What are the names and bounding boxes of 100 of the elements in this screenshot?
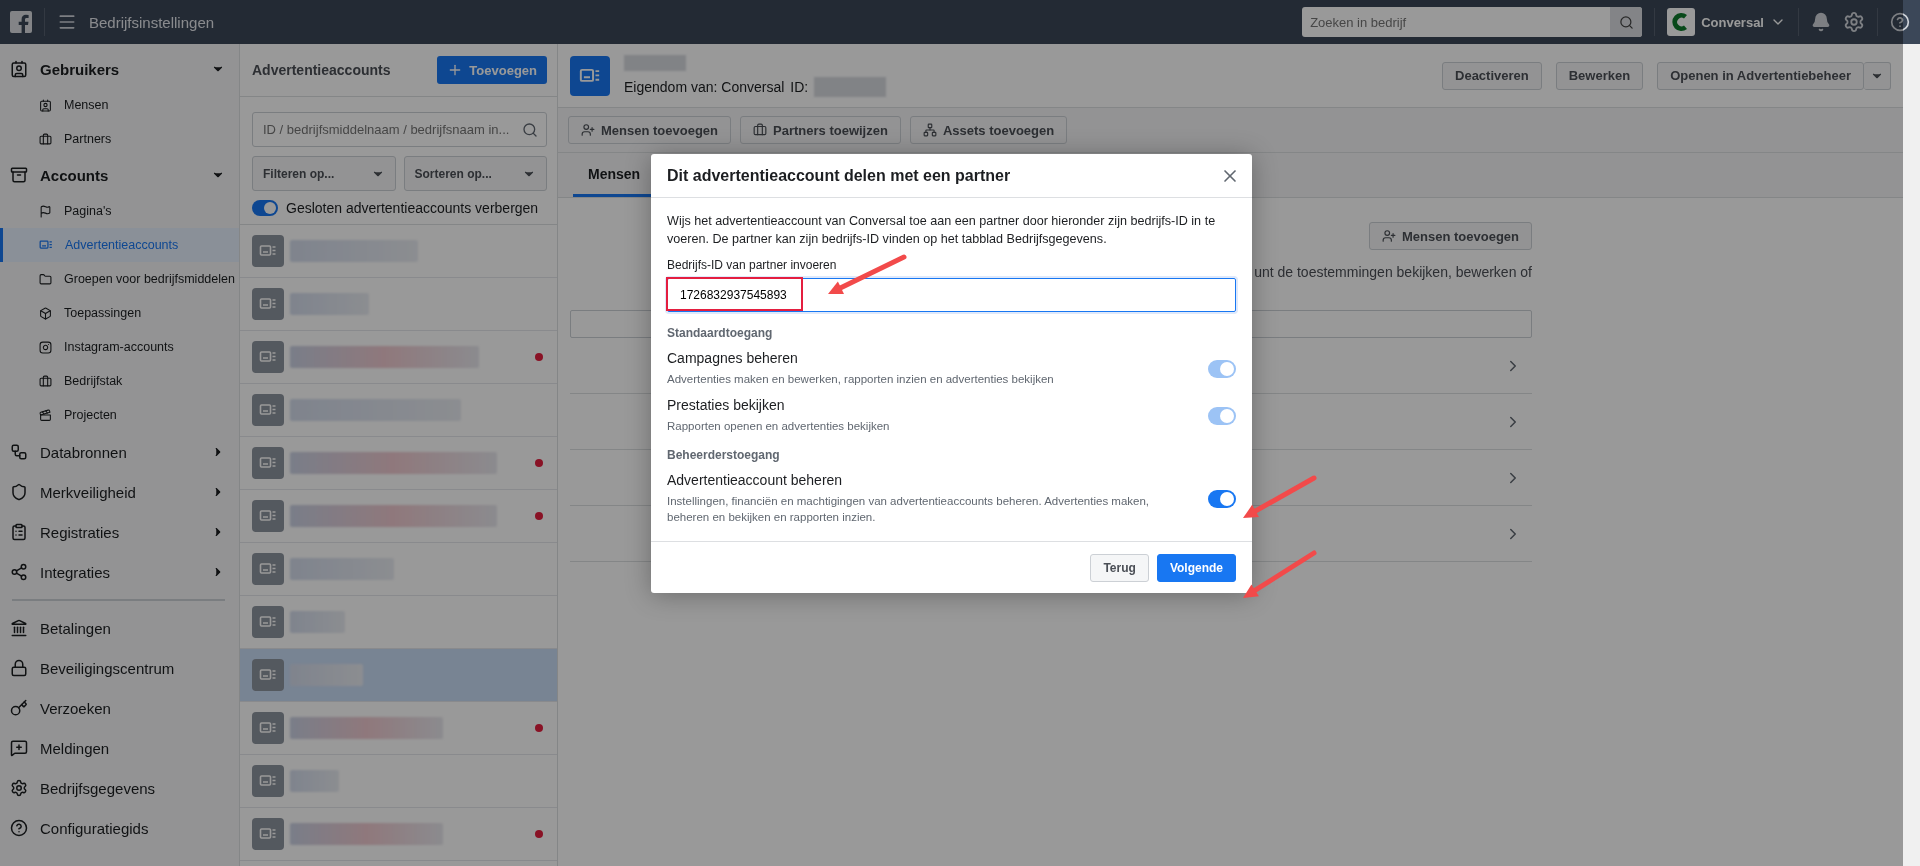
sidebar-icon bbox=[10, 779, 28, 797]
filter-dropdown[interactable]: Sorteren op... bbox=[403, 156, 547, 191]
sidebar-item[interactable]: Mensen bbox=[0, 88, 239, 122]
ad-account-icon bbox=[252, 447, 284, 479]
sidebar-icon bbox=[39, 132, 52, 146]
user-plus-icon bbox=[1381, 229, 1396, 243]
sidebar-icon bbox=[10, 699, 28, 717]
sidebar-icon bbox=[39, 374, 52, 388]
sidebar-item[interactable]: Projecten bbox=[0, 398, 239, 432]
sidebar-icon bbox=[39, 98, 52, 112]
ad-account-icon bbox=[252, 235, 284, 267]
owner-text: Eigendom van: Conversal bbox=[624, 78, 785, 95]
dialog-description: Wijs het advertentieaccount van Conversal toe aan een partner door hieronder zijn bedrijfs-ID in te voeren. De partner kan zijn bedrijfs-ID vinden op het tabblad Bedrijfsgegevens. bbox=[667, 213, 1217, 248]
account-row[interactable] bbox=[240, 649, 557, 702]
sidebar-icon bbox=[39, 238, 53, 252]
list-title: Advertentieaccounts bbox=[252, 62, 391, 78]
sidebar-item[interactable]: Groepen voor bedrijfsmiddelen bbox=[0, 262, 239, 296]
search-field[interactable]: ID / bedrijfsmiddelnaam / bedrijfsnaam in... bbox=[261, 121, 516, 138]
logo-icon bbox=[1667, 8, 1696, 36]
user-plus-icon bbox=[581, 123, 595, 137]
sidebar-item[interactable]: Registraties bbox=[0, 512, 239, 552]
sidebar-icon bbox=[10, 523, 28, 541]
sidebar-item[interactable]: Accounts bbox=[0, 156, 239, 194]
filter-dropdown[interactable]: Filteren op... bbox=[252, 156, 396, 191]
sidebar-icon bbox=[10, 619, 28, 637]
sidebar-item[interactable]: Bedrijfsgegevens bbox=[0, 768, 239, 808]
next-button[interactable]: Volgende bbox=[1156, 553, 1236, 582]
toggle-label: Gesloten advertentieaccounts verbergen bbox=[286, 200, 539, 216]
ad-account-icon bbox=[252, 394, 284, 426]
ad-account-icon bbox=[252, 341, 284, 373]
sidebar-item[interactable]: Merkveiligheid bbox=[0, 472, 239, 512]
blurred-name bbox=[624, 54, 686, 71]
add-button[interactable]: Toevoegen bbox=[437, 56, 547, 84]
sidebar-item[interactable]: Partners bbox=[0, 122, 239, 156]
business-switcher[interactable]: Conversal bbox=[1667, 8, 1786, 36]
permission-description: Instellingen, financiën en machtigingen van advertentieaccounts beheren. Advertenties maken, beheren en bekijken en rapporten inzien. bbox=[667, 494, 1151, 525]
sidebar-icon bbox=[39, 272, 52, 286]
sidebar-icon bbox=[39, 204, 52, 218]
nodes-icon bbox=[922, 123, 937, 137]
sidebar-item[interactable]: Configuratiegids bbox=[0, 808, 239, 848]
section-heading: Beheerderstoegang bbox=[667, 448, 781, 462]
sidebar-item[interactable]: Bedrijfstak bbox=[0, 364, 239, 398]
sidebar-item[interactable]: Databronnen bbox=[0, 432, 239, 472]
sidebar-icon bbox=[10, 819, 28, 837]
field-label: Bedrijfs-ID van partner invoeren bbox=[667, 258, 838, 272]
toolbar-button[interactable]: Assets toevoegen bbox=[909, 116, 1068, 144]
sidebar-item[interactable]: Toepassingen bbox=[0, 296, 239, 330]
sidebar-icon bbox=[39, 408, 52, 422]
sidebar-item[interactable]: Gebruikers bbox=[0, 50, 239, 88]
permission-name: Advertentieaccount beheren bbox=[667, 472, 844, 488]
sidebar-icon bbox=[10, 739, 28, 757]
ad-account-icon bbox=[252, 765, 284, 797]
description-text: unt de toestemmingen bekijken, bewerken of bbox=[1254, 264, 1532, 280]
sidebar-item[interactable]: Meldingen bbox=[0, 728, 239, 768]
sidebar-item[interactable]: Verzoeken bbox=[0, 688, 239, 728]
bell-icon[interactable] bbox=[1811, 12, 1831, 32]
search-icon bbox=[1618, 14, 1634, 30]
deactivate-button[interactable]: Deactiveren bbox=[1442, 61, 1542, 90]
sidebar-item[interactable]: Instagram-accounts bbox=[0, 330, 239, 364]
sidebar-icon bbox=[39, 340, 52, 354]
toolbar-button[interactable]: Mensen toevoegen bbox=[568, 116, 732, 144]
sidebar-icon bbox=[10, 483, 28, 501]
sidebar-icon bbox=[10, 443, 28, 461]
sidebar-icon bbox=[10, 563, 28, 581]
ad-account-icon bbox=[252, 712, 284, 744]
sidebar-item[interactable]: Beveiligingscentrum bbox=[0, 648, 239, 688]
ad-account-icon bbox=[570, 55, 610, 96]
sidebar-icon bbox=[39, 306, 52, 320]
sidebar-item[interactable]: Integraties bbox=[0, 552, 239, 592]
edit-button[interactable]: Bewerken bbox=[1555, 61, 1644, 90]
back-button[interactable]: Terug bbox=[1090, 553, 1149, 582]
sidebar-icon bbox=[10, 60, 28, 78]
dropdown-button[interactable] bbox=[1864, 61, 1891, 90]
permission-name: Prestaties bekijken bbox=[667, 397, 786, 413]
permission-name: Campagnes beheren bbox=[667, 350, 799, 366]
sidebar-item[interactable]: Pagina's bbox=[0, 194, 239, 228]
ad-account-icon bbox=[252, 553, 284, 585]
permission-description: Rapporten openen en advertenties bekijken bbox=[667, 419, 891, 434]
open-button[interactable]: Openen in Advertentiebeheer bbox=[1657, 61, 1864, 90]
sidebar-item[interactable]: Betalingen bbox=[0, 608, 239, 648]
help-icon[interactable] bbox=[1890, 12, 1910, 32]
toggle-switch[interactable] bbox=[1208, 489, 1236, 508]
settings-icon[interactable] bbox=[1843, 11, 1865, 33]
page-title: Bedrijfsinstellingen bbox=[89, 13, 215, 31]
sidebar-icon bbox=[10, 659, 28, 677]
logo-icon[interactable] bbox=[10, 11, 32, 33]
dialog-title: Dit advertentieaccount delen met een partner bbox=[667, 166, 1011, 185]
ad-account-icon bbox=[252, 659, 284, 691]
search-box[interactable]: ID / bedrijfsmiddelnaam / bedrijfsnaam in... bbox=[252, 112, 547, 147]
blurred-name bbox=[290, 611, 345, 633]
ad-account-icon bbox=[252, 288, 284, 320]
add-people-button[interactable]: Mensen toevoegen bbox=[1368, 222, 1532, 250]
sidebar-icon bbox=[10, 166, 28, 184]
briefcase-icon bbox=[753, 123, 768, 137]
toggle-switch[interactable] bbox=[252, 200, 278, 216]
section-heading: Standaardtoegang bbox=[667, 326, 774, 340]
toolbar-button[interactable]: Partners toewijzen bbox=[740, 116, 901, 144]
search-button[interactable] bbox=[1610, 7, 1643, 37]
blurred-name bbox=[290, 770, 339, 792]
menu-icon[interactable] bbox=[57, 12, 77, 32]
